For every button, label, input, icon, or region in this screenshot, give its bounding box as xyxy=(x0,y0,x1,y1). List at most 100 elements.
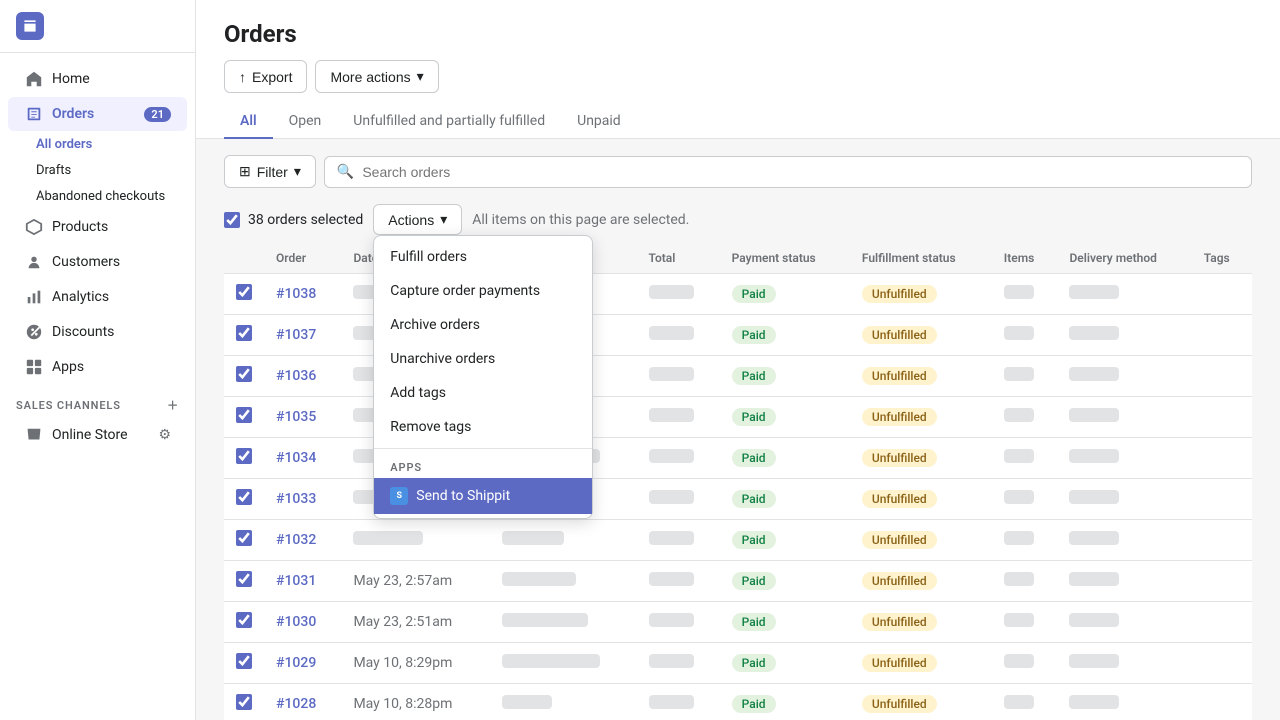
order-id-cell: #1031 xyxy=(264,561,341,602)
order-total-cell xyxy=(637,479,720,520)
tab-open[interactable]: Open xyxy=(273,105,338,139)
shippit-icon: S xyxy=(390,487,408,505)
order-link[interactable]: #1031 xyxy=(276,573,316,589)
sales-channels-label: SALES CHANNELS xyxy=(16,399,121,412)
filter-button[interactable]: ⊞ Filter ▾ xyxy=(224,155,316,188)
dropdown-remove-tags[interactable]: Remove tags xyxy=(374,410,592,444)
col-payment: Payment status xyxy=(720,243,850,274)
row-checkbox[interactable] xyxy=(236,612,252,628)
order-delivery-cell xyxy=(1057,561,1191,602)
order-link[interactable]: #1038 xyxy=(276,286,316,302)
actions-label: Actions xyxy=(388,212,434,228)
order-payment-cell: Paid xyxy=(720,356,850,397)
payment-badge: Paid xyxy=(732,408,776,426)
sidebar-item-abandoned[interactable]: Abandoned checkouts xyxy=(24,184,187,209)
payment-badge: Paid xyxy=(732,367,776,385)
add-sales-channel-icon[interactable]: ＋ xyxy=(167,397,179,413)
row-checkbox[interactable] xyxy=(236,694,252,710)
sidebar-item-all-orders[interactable]: All orders xyxy=(24,132,187,157)
col-fulfillment: Fulfillment status xyxy=(850,243,992,274)
order-id-cell: #1032 xyxy=(264,520,341,561)
order-payment-cell: Paid xyxy=(720,315,850,356)
row-checkbox[interactable] xyxy=(236,448,252,464)
order-link[interactable]: #1030 xyxy=(276,614,316,630)
order-items-cell xyxy=(992,274,1058,315)
order-total-cell xyxy=(637,315,720,356)
row-checkbox[interactable] xyxy=(236,407,252,423)
sidebar-item-home[interactable]: Home xyxy=(8,62,187,96)
dropdown-capture-payments[interactable]: Capture order payments xyxy=(374,274,592,308)
order-link[interactable]: #1037 xyxy=(276,327,316,343)
export-button[interactable]: ↑ Export xyxy=(224,60,307,93)
tab-unpaid[interactable]: Unpaid xyxy=(561,105,637,139)
dropdown-fulfill-orders[interactable]: Fulfill orders xyxy=(374,240,592,274)
sidebar-item-online-store[interactable]: Online Store ⚙ xyxy=(8,418,187,452)
filter-label: Filter xyxy=(257,164,288,180)
order-tags-cell xyxy=(1192,274,1252,315)
sidebar-item-customers[interactable]: Customers xyxy=(8,245,187,279)
dropdown-unarchive-orders[interactable]: Unarchive orders xyxy=(374,342,592,376)
dropdown-shippit[interactable]: S Send to Shippit xyxy=(374,478,592,514)
order-link[interactable]: #1033 xyxy=(276,491,316,507)
order-id-cell: #1038 xyxy=(264,274,341,315)
row-checkbox[interactable] xyxy=(236,530,252,546)
order-id-cell: #1034 xyxy=(264,438,341,479)
row-checkbox[interactable] xyxy=(236,571,252,587)
order-link[interactable]: #1036 xyxy=(276,368,316,384)
payment-badge: Paid xyxy=(732,490,776,508)
sidebar-logo xyxy=(0,0,195,53)
store-icon xyxy=(16,12,44,40)
search-input[interactable] xyxy=(362,164,1239,180)
select-all-checkbox[interactable] xyxy=(224,212,240,228)
sidebar-item-apps[interactable]: Apps xyxy=(8,350,187,384)
sidebar-item-discounts[interactable]: Discounts xyxy=(8,315,187,349)
row-checkbox[interactable] xyxy=(236,325,252,341)
drafts-label: Drafts xyxy=(36,163,71,178)
select-all-text: All items on this page are selected. xyxy=(472,212,689,228)
sidebar-item-products[interactable]: Products xyxy=(8,210,187,244)
order-total-cell xyxy=(637,397,720,438)
selection-bar: 38 orders selected Actions ▾ Fulfill ord… xyxy=(224,204,1252,235)
order-delivery-cell xyxy=(1057,684,1191,720)
order-link[interactable]: #1032 xyxy=(276,532,316,548)
tab-all[interactable]: All xyxy=(224,105,273,139)
row-checkbox[interactable] xyxy=(236,284,252,300)
row-checkbox[interactable] xyxy=(236,653,252,669)
payment-badge: Paid xyxy=(732,285,776,303)
order-total-cell xyxy=(637,520,720,561)
order-link[interactable]: #1028 xyxy=(276,696,316,712)
export-icon: ↑ xyxy=(239,69,246,85)
dropdown-archive-orders[interactable]: Archive orders xyxy=(374,308,592,342)
order-tabs: All Open Unfulfilled and partially fulfi… xyxy=(224,105,1252,138)
sidebar-item-orders[interactable]: Orders 21 xyxy=(8,97,187,131)
order-link[interactable]: #1029 xyxy=(276,655,316,671)
order-link[interactable]: #1035 xyxy=(276,409,316,425)
order-link[interactable]: #1034 xyxy=(276,450,316,466)
online-store-settings-icon[interactable]: ⚙ xyxy=(158,427,171,443)
order-fulfillment-cell: Unfulfilled xyxy=(850,561,992,602)
col-delivery: Delivery method xyxy=(1057,243,1191,274)
row-checkbox[interactable] xyxy=(236,366,252,382)
fulfillment-badge: Unfulfilled xyxy=(862,695,937,713)
table-row: #1028 May 10, 8:28pm Paid Unfulfilled xyxy=(224,684,1252,720)
payment-badge: Paid xyxy=(732,613,776,631)
order-id-cell: #1030 xyxy=(264,602,341,643)
dropdown-add-tags[interactable]: Add tags xyxy=(374,376,592,410)
search-icon: 🔍 xyxy=(337,164,354,180)
order-delivery-cell xyxy=(1057,520,1191,561)
actions-button[interactable]: Actions ▾ xyxy=(373,204,462,235)
order-payment-cell: Paid xyxy=(720,274,850,315)
order-delivery-cell xyxy=(1057,479,1191,520)
order-total-cell xyxy=(637,602,720,643)
search-box[interactable]: 🔍 xyxy=(324,156,1252,188)
more-actions-button[interactable]: More actions ▾ xyxy=(315,60,438,93)
analytics-icon xyxy=(24,287,44,307)
tab-unfulfilled[interactable]: Unfulfilled and partially fulfilled xyxy=(337,105,561,139)
sidebar-item-analytics[interactable]: Analytics xyxy=(8,280,187,314)
order-delivery-cell xyxy=(1057,274,1191,315)
order-tags-cell xyxy=(1192,397,1252,438)
sidebar-item-discounts-label: Discounts xyxy=(52,324,114,340)
order-items-cell xyxy=(992,479,1058,520)
sidebar-item-drafts[interactable]: Drafts xyxy=(24,158,187,183)
row-checkbox[interactable] xyxy=(236,489,252,505)
